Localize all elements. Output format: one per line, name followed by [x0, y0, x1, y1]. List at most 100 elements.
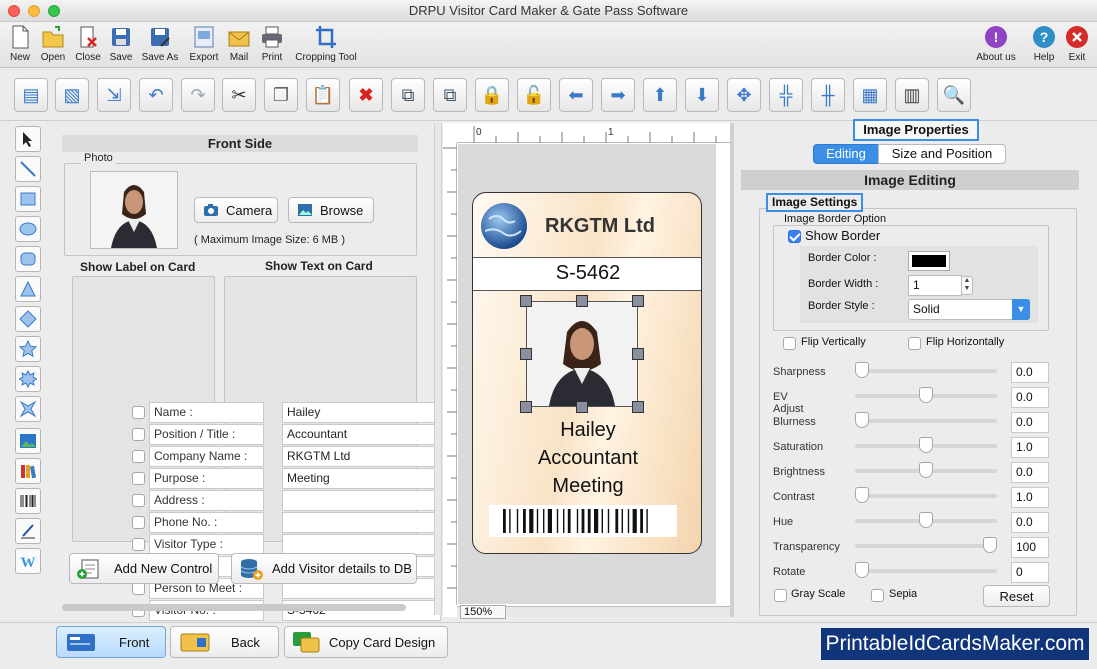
- splitter-right[interactable]: [730, 123, 734, 617]
- browse-button[interactable]: Browse: [288, 197, 374, 223]
- camera-button[interactable]: Camera: [194, 197, 278, 223]
- barcode-icon[interactable]: [15, 488, 41, 514]
- front-button[interactable]: Front: [56, 626, 166, 658]
- slider-thumb[interactable]: [919, 387, 933, 403]
- tab-size-and-position[interactable]: Size and Position: [878, 144, 1006, 164]
- import-icon[interactable]: ⇲: [97, 78, 131, 112]
- save-as-button[interactable]: Save As: [138, 24, 182, 63]
- paste-icon[interactable]: 📋: [306, 78, 340, 112]
- show-text-input[interactable]: [282, 490, 441, 511]
- export-button[interactable]: Export: [186, 24, 222, 63]
- slider-thumb[interactable]: [919, 437, 933, 453]
- move-up-icon[interactable]: ⬆: [643, 78, 677, 112]
- show-label-checkbox[interactable]: [132, 428, 145, 441]
- help-button[interactable]: ? Help: [1030, 24, 1058, 63]
- card-visitor-purpose[interactable]: Meeting: [473, 475, 701, 498]
- bring-forward-icon[interactable]: ⧉: [391, 78, 425, 112]
- border-width-input[interactable]: 1: [908, 275, 962, 296]
- show-text-input[interactable]: [282, 512, 441, 533]
- unlock-icon[interactable]: 🔓: [517, 78, 551, 112]
- slider-thumb[interactable]: [983, 537, 997, 553]
- flip-horizontally-checkbox[interactable]: [908, 337, 921, 350]
- slider-track[interactable]: [855, 537, 997, 553]
- close-button[interactable]: Close: [72, 24, 104, 63]
- card-visitor-title[interactable]: Accountant: [473, 447, 701, 470]
- line-icon[interactable]: [15, 156, 41, 182]
- selection-handles[interactable]: [520, 295, 644, 413]
- about-button[interactable]: ! About us: [972, 24, 1020, 63]
- show-text-input[interactable]: Accountant: [282, 424, 441, 445]
- center-icon[interactable]: ✥: [727, 78, 761, 112]
- save-button[interactable]: Save: [106, 24, 136, 63]
- diamond-icon[interactable]: [15, 306, 41, 332]
- slider-value[interactable]: 0.0: [1011, 412, 1049, 433]
- brand-banner[interactable]: PrintableIdCardsMaker.com: [819, 626, 1091, 662]
- show-label-checkbox[interactable]: [132, 516, 145, 529]
- rectangle-icon[interactable]: [15, 186, 41, 212]
- show-text-input[interactable]: Meeting: [282, 468, 441, 489]
- slider-track[interactable]: [855, 487, 997, 503]
- undo-icon[interactable]: ↶: [139, 78, 173, 112]
- gray-scale-checkbox[interactable]: [774, 589, 787, 602]
- splitter-left[interactable]: [434, 123, 442, 615]
- zoom-window-button[interactable]: [48, 5, 60, 17]
- pointer-icon[interactable]: [15, 126, 41, 152]
- slider-thumb[interactable]: [855, 562, 869, 578]
- zoom-level[interactable]: 150%: [460, 605, 506, 619]
- cut-icon[interactable]: ✂: [222, 78, 256, 112]
- slider-value[interactable]: 0: [1011, 562, 1049, 583]
- border-color-swatch[interactable]: [908, 251, 950, 271]
- card-visitor-name[interactable]: Hailey: [473, 419, 701, 442]
- library-icon[interactable]: [15, 458, 41, 484]
- mail-button[interactable]: Mail: [224, 24, 254, 63]
- id-card-preview[interactable]: RKGTM Ltd S-5462 Hailey Accountant Meeti…: [472, 192, 702, 554]
- show-text-input[interactable]: Hailey: [282, 402, 441, 423]
- align-vertical-icon[interactable]: ╬: [769, 78, 803, 112]
- show-label-checkbox[interactable]: [132, 538, 145, 551]
- properties-icon[interactable]: ▤: [14, 78, 48, 112]
- lock-icon[interactable]: 🔒: [475, 78, 509, 112]
- slider-thumb[interactable]: [919, 512, 933, 528]
- zoom-icon[interactable]: 🔍: [937, 78, 971, 112]
- slider-value[interactable]: 0.0: [1011, 462, 1049, 483]
- card-company-name[interactable]: RKGTM Ltd: [545, 215, 655, 238]
- flip-vertically-checkbox[interactable]: [783, 337, 796, 350]
- picture-icon[interactable]: [15, 428, 41, 454]
- add-visitor-db-button[interactable]: Add Visitor details to DB: [231, 553, 417, 584]
- send-backward-icon[interactable]: ⧉: [433, 78, 467, 112]
- reset-button[interactable]: Reset: [983, 585, 1050, 607]
- slider-track[interactable]: [855, 562, 997, 578]
- open-button[interactable]: Open: [36, 24, 70, 63]
- slider-thumb[interactable]: [855, 362, 869, 378]
- exit-button[interactable]: Exit: [1063, 24, 1091, 63]
- slider-thumb[interactable]: [919, 462, 933, 478]
- sepia-checkbox[interactable]: [871, 589, 884, 602]
- copy-card-design-button[interactable]: Copy Card Design: [284, 626, 448, 658]
- show-label-checkbox[interactable]: [132, 406, 145, 419]
- slider-value[interactable]: 0.0: [1011, 387, 1049, 408]
- new-button[interactable]: New: [6, 24, 34, 63]
- align-horizontal-icon[interactable]: ╫: [811, 78, 845, 112]
- ruler-icon[interactable]: ▥: [895, 78, 929, 112]
- copy-icon[interactable]: ❐: [264, 78, 298, 112]
- show-border-checkbox[interactable]: [788, 230, 801, 243]
- border-style-select[interactable]: Solid ▼: [908, 299, 1030, 320]
- cropping-tool-button[interactable]: Cropping Tool: [290, 24, 362, 63]
- slider-value[interactable]: 0.0: [1011, 362, 1049, 383]
- cross-star-icon[interactable]: [15, 396, 41, 422]
- slider-track[interactable]: [855, 387, 997, 403]
- show-label-checkbox[interactable]: [132, 450, 145, 463]
- rounded-rectangle-icon[interactable]: [15, 246, 41, 272]
- burst-icon[interactable]: [15, 366, 41, 392]
- show-label-checkbox[interactable]: [132, 472, 145, 485]
- slider-value[interactable]: 1.0: [1011, 437, 1049, 458]
- slider-thumb[interactable]: [855, 412, 869, 428]
- redo-icon[interactable]: ↷: [181, 78, 215, 112]
- signature-pen-icon[interactable]: [15, 518, 41, 544]
- slider-value[interactable]: 100: [1011, 537, 1049, 558]
- minimize-window-button[interactable]: [28, 5, 40, 17]
- show-text-input[interactable]: [282, 534, 441, 555]
- card-barcode[interactable]: [489, 505, 677, 537]
- move-left-icon[interactable]: ⬅: [559, 78, 593, 112]
- move-down-icon[interactable]: ⬇: [685, 78, 719, 112]
